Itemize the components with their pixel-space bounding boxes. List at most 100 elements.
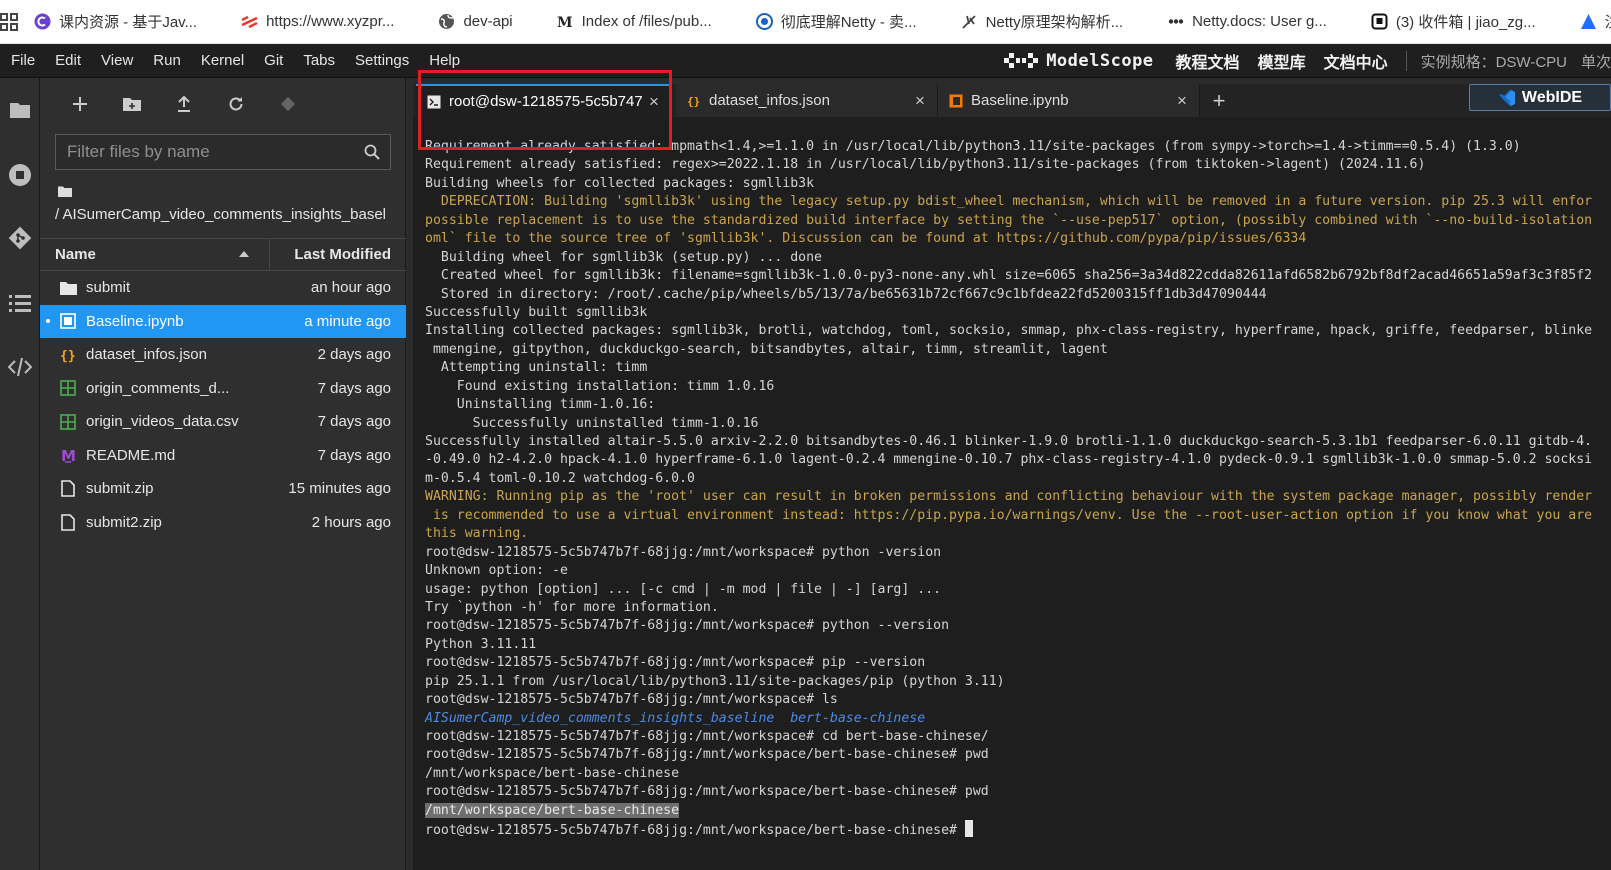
bookmark-label: 彻底理解Netty - 卖...	[780, 14, 917, 31]
menu-view[interactable]: View	[91, 44, 143, 78]
menu-settings[interactable]: Settings	[345, 44, 419, 78]
bookmark-item[interactable]: (3) 收件箱 | jiao_zg...	[1341, 0, 1550, 43]
new-folder-icon[interactable]	[118, 90, 146, 118]
file-modified: 7 days ago	[317, 379, 391, 397]
terminal-line: Requirement already satisfied: regex>=20…	[425, 156, 1611, 174]
terminal-line: oml` file to the source tree of 'sgmllib…	[425, 230, 1611, 248]
menu-edit[interactable]: Edit	[45, 44, 91, 78]
git-clone-icon[interactable]	[274, 90, 302, 118]
doc-center-link[interactable]: 文档中心	[1324, 49, 1388, 73]
terminal-line-text: Attempting uninstall: timm	[425, 360, 648, 376]
close-icon[interactable]: ×	[645, 92, 663, 112]
tab-dataset-infos-label: dataset_infos.json	[709, 92, 830, 109]
file-row[interactable]: origin_comments_d... 7 days ago	[40, 372, 406, 406]
terminal-line-text: pip 25.1.1 from /usr/local/lib/python3.1…	[425, 673, 1005, 689]
selected-text: /mnt/workspace/bert-base-chinese	[425, 802, 680, 818]
tab-terminal[interactable]: root@dsw-1218575-5c5b747 ×	[416, 84, 672, 117]
tab-terminal-label: root@dsw-1218575-5c5b747	[449, 93, 643, 110]
terminal-line: m-0.5.4 toml-0.10.2 watchdog-6.0.0	[425, 470, 1611, 488]
terminal-line: /mnt/workspace/bert-base-chinese	[425, 765, 1611, 783]
table-icon	[59, 379, 77, 397]
red-stripes-icon	[241, 13, 258, 30]
upload-icon[interactable]	[170, 90, 198, 118]
menu-bar: File Edit View Run Kernel Git Tabs Settings Help…	[0, 44, 1611, 78]
breadcrumb-home-folder-icon[interactable]	[58, 184, 72, 202]
menu-git[interactable]: Git	[254, 44, 293, 78]
terminal-line-text: Stored in directory: /root/.cache/pip/wh…	[425, 286, 1267, 302]
close-icon[interactable]: ×	[1173, 91, 1191, 111]
name-column-header[interactable]: Name	[40, 238, 270, 271]
file-icon	[59, 480, 77, 498]
model-library-link[interactable]: 模型库	[1258, 49, 1306, 73]
dots-icon	[1167, 13, 1184, 30]
last-modified-column-header[interactable]: Last Modified	[270, 246, 406, 263]
menu-file[interactable]: File	[1, 44, 45, 78]
file-row[interactable]: submit an hour ago	[40, 271, 406, 305]
terminal-line: Successfully installed altair-5.5.0 arxi…	[425, 433, 1611, 451]
webide-button[interactable]: WebIDE	[1469, 84, 1611, 111]
terminal-cursor	[964, 820, 973, 838]
terminal-line-text: root@dsw-1218575-5c5b747b7f-68jjg:/mnt/w…	[425, 784, 989, 800]
bookmark-item[interactable]: dev-api	[408, 0, 526, 43]
modelscope-logo[interactable]: ModelScope	[1004, 51, 1153, 71]
terminal-line: Installing collected packages: sgmllib3k…	[425, 322, 1611, 340]
vscode-icon	[1498, 88, 1515, 107]
filter-box	[55, 134, 391, 170]
notebook-icon	[59, 312, 77, 330]
terminal-line: Requirement already satisfied: mpmath<1.…	[425, 138, 1611, 156]
terminal-output[interactable]: Requirement already satisfied: mpmath<1.…	[413, 117, 1611, 870]
bookmarks-bar: 课内资源 - 基于Jav... https://www.xyzpr... dev-a…	[0, 0, 1611, 44]
refresh-icon[interactable]	[222, 90, 250, 118]
bookmark-label: (3) 收件箱 | jiao_zg...	[1395, 14, 1536, 31]
terminal-line: root@dsw-1218575-5c5b747b7f-68jjg:/mnt/w…	[425, 783, 1611, 801]
bookmark-item[interactable]: Netty原理架构解析...	[931, 0, 1138, 43]
terminal-line: usage: python [option] ... [-c cmd | -m …	[425, 581, 1611, 599]
tab-dataset-infos-json[interactable]: {} dataset_infos.json ×	[676, 84, 938, 117]
new-launcher-plus-icon[interactable]	[66, 90, 94, 118]
file-row[interactable]: submit.zip 15 minutes ago	[40, 472, 406, 506]
menu-help[interactable]: Help	[419, 44, 470, 78]
menu-kernel[interactable]: Kernel	[191, 44, 254, 78]
terminal-line: root@dsw-1218575-5c5b747b7f-68jjg:/mnt/w…	[425, 746, 1611, 764]
bookmark-item[interactable]: 注册 - 使	[1550, 0, 1611, 43]
file-icon	[59, 513, 77, 531]
menu-run[interactable]: Run	[143, 44, 191, 78]
file-row[interactable]: M README.md 7 days ago	[40, 439, 406, 473]
file-row[interactable]: Baseline.ipynb a minute ago	[40, 304, 406, 338]
file-modified: 2 days ago	[317, 346, 391, 364]
table-of-contents-icon[interactable]	[0, 283, 40, 323]
bookmark-item[interactable]: 彻底理解Netty - 卖...	[726, 0, 931, 43]
add-tab-button[interactable]: +	[1202, 84, 1236, 117]
bookmark-item[interactable]: https://www.xyzpr...	[211, 0, 408, 43]
code-snippets-icon[interactable]	[0, 347, 40, 387]
notebook-icon	[948, 93, 963, 108]
file-row[interactable]: origin_videos_data.csv 7 days ago	[40, 405, 406, 439]
filter-files-input[interactable]	[56, 142, 354, 162]
bookmark-item[interactable]: M Index of /files/pub...	[527, 0, 726, 43]
header-divider	[1405, 51, 1407, 71]
tutorial-docs-link[interactable]: 教程文档	[1176, 49, 1240, 73]
markdown-icon: M	[59, 446, 77, 464]
bookmark-item[interactable]: 课内资源 - 基于Jav...	[4, 0, 211, 43]
activity-bar	[0, 78, 40, 870]
terminal-line-text: Installing collected packages: sgmllib3k…	[425, 323, 1593, 339]
terminal-line-text: Successfully built sgmllib3k	[425, 304, 648, 320]
menu-tabs[interactable]: Tabs	[293, 44, 345, 78]
file-row[interactable]: submit2.zip 2 hours ago	[40, 506, 406, 540]
terminal-line-text: Uninstalling timm-1.0.16:	[425, 397, 656, 413]
tab-baseline-ipynb[interactable]: Baseline.ipynb ×	[938, 84, 1200, 117]
terminal-line: Created wheel for sgmllib3k: filename=sg…	[425, 267, 1611, 285]
file-modified: 2 hours ago	[311, 513, 391, 531]
file-row[interactable]: {} dataset_infos.json 2 days ago	[40, 338, 406, 372]
running-kernels-icon[interactable]	[0, 155, 40, 195]
file-modified: 15 minutes ago	[288, 480, 391, 498]
triangle-icon	[1580, 13, 1597, 30]
bookmark-label: dev-api	[463, 13, 513, 30]
file-browser-folder-icon[interactable]	[0, 90, 40, 130]
breadcrumb-path[interactable]: / AISumerCamp_video_comments_insights_ba…	[55, 206, 395, 223]
git-icon[interactable]	[0, 218, 40, 258]
file-browser-toolbar	[40, 78, 405, 130]
close-icon[interactable]: ×	[911, 91, 929, 111]
bookmark-item[interactable]: Netty.docs: User g...	[1137, 0, 1341, 43]
bookmark-label: https://www.xyzpr...	[266, 13, 395, 30]
